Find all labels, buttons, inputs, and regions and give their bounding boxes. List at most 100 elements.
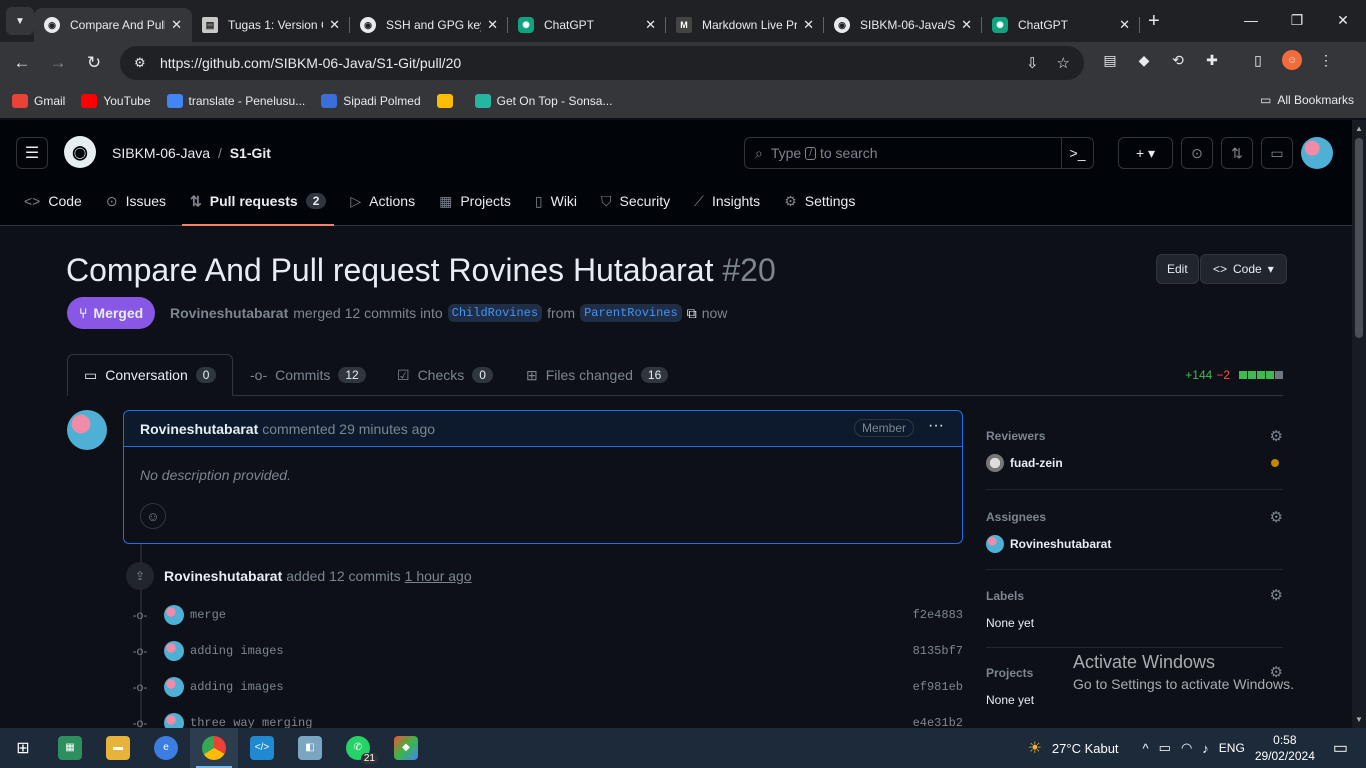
language-indicator[interactable]: ENG	[1219, 741, 1245, 755]
create-new-button[interactable]: + ▾	[1118, 137, 1173, 169]
more-options-icon[interactable]: ···	[928, 417, 944, 435]
timeline-time-link[interactable]: 1 hour ago	[405, 568, 472, 584]
minimize-icon[interactable]: —	[1228, 0, 1274, 40]
taskbar-app-6[interactable]: ◧	[286, 728, 334, 768]
scroll-up-icon[interactable]: ▲	[1355, 124, 1363, 133]
comment-timestamp[interactable]: commented 29 minutes ago	[262, 421, 435, 437]
nav-tab-code[interactable]: <> Code	[16, 184, 90, 218]
taskbar-git[interactable]: ◆	[382, 728, 430, 768]
assignee-item[interactable]: Rovineshutabarat	[986, 535, 1111, 553]
nav-tab-settings[interactable]: ⚙ Settings	[776, 184, 863, 218]
close-tab-icon[interactable]: ✕	[803, 17, 814, 33]
bookmark-item[interactable]: YouTube	[81, 94, 151, 108]
bookmark-item[interactable]	[436, 94, 459, 108]
nav-tab-security[interactable]: ⛉ Security	[593, 184, 678, 218]
notifications-icon[interactable]: ▭	[1333, 738, 1348, 758]
commit-sha-link[interactable]: ef981eb	[913, 680, 963, 694]
nav-tab-actions[interactable]: ▷ Actions	[342, 184, 423, 218]
taskbar-edge[interactable]: e	[142, 728, 190, 768]
nav-tab-insights[interactable]: ⟋ Insights	[686, 184, 768, 218]
repo-name-link[interactable]: S1-Git	[230, 145, 271, 161]
comment-author-avatar[interactable]	[67, 410, 107, 450]
pr-tab-files-changed[interactable]: ⊞ Files changed 16	[526, 354, 669, 396]
commit-sha-link[interactable]: 8135bf7	[913, 644, 963, 658]
reviewers-gear-icon[interactable]: ⚙	[1270, 427, 1283, 445]
browser-tab[interactable]: ◉ Compare And Pull request ✕	[34, 8, 192, 42]
page-scrollbar[interactable]: ▲ ▼	[1352, 120, 1366, 728]
taskbar-file-explorer[interactable]: ▬	[94, 728, 142, 768]
pr-tab-commits[interactable]: -o- Commits 12	[250, 354, 366, 396]
add-reaction-icon[interactable]: ☺	[140, 503, 166, 529]
reload-icon[interactable]: ↻	[76, 53, 112, 73]
comment-author-link[interactable]: Rovineshutabarat	[140, 421, 258, 437]
base-branch[interactable]: ChildRovines	[447, 304, 543, 322]
inbox-icon[interactable]: ▭	[1261, 137, 1293, 169]
bookmark-star-icon[interactable]: ☆	[1057, 54, 1070, 72]
nav-tab-issues[interactable]: ⊙ Issues	[98, 184, 174, 218]
taskbar-whatsapp[interactable]: ✆ 21	[334, 728, 382, 768]
command-palette-icon[interactable]: >_	[1061, 138, 1093, 168]
user-avatar[interactable]	[1301, 137, 1333, 169]
taskbar-app-1[interactable]: ▦	[46, 728, 94, 768]
timeline-author-link[interactable]: Rovineshutabarat	[164, 568, 282, 584]
battery-icon[interactable]: ▭	[1159, 740, 1171, 756]
code-button[interactable]: <> Code ▾	[1200, 254, 1287, 284]
tray-chevron-icon[interactable]: ^	[1143, 741, 1149, 756]
windows-start-icon[interactable]: ⊞	[0, 738, 46, 758]
close-tab-icon[interactable]: ✕	[645, 17, 656, 33]
forward-icon[interactable]: →	[40, 53, 76, 73]
browser-tab[interactable]: M Markdown Live Preview ✕	[666, 8, 824, 42]
taskbar-vscode[interactable]: </>	[238, 728, 286, 768]
github-logo-icon[interactable]: ◉	[64, 136, 96, 168]
pull-requests-icon[interactable]: ⇅	[1221, 137, 1253, 169]
browser-tab[interactable]: ✺ ChatGPT ✕	[982, 8, 1140, 42]
weather-text[interactable]: 27°C Kabut	[1052, 741, 1119, 756]
commit-message-link[interactable]: merge	[190, 608, 226, 622]
head-branch[interactable]: ParentRovines	[580, 304, 682, 322]
wifi-icon[interactable]: ◠	[1181, 740, 1192, 756]
browser-tab[interactable]: ◉ SSH and GPG keys ✕	[350, 8, 508, 42]
reviewer-item[interactable]: fuad-zein	[986, 454, 1063, 472]
clock[interactable]: 0:58 29/02/2024	[1255, 732, 1315, 764]
restore-icon[interactable]: ❐	[1274, 0, 1320, 40]
commit-author-avatar[interactable]	[164, 677, 184, 697]
scrollbar-thumb[interactable]	[1355, 138, 1363, 338]
copy-icon[interactable]: ⧉	[687, 305, 697, 322]
search-input[interactable]: ⌕ Type / to search >_	[744, 137, 1094, 169]
bookmark-item[interactable]: Get On Top - Sonsa...	[474, 94, 612, 108]
taskbar-chrome[interactable]	[190, 728, 238, 768]
extensions-puzzle-icon[interactable]: ✚	[1202, 50, 1222, 70]
extension-color-icon[interactable]: ◆	[1134, 50, 1154, 70]
new-tab-button[interactable]: +	[1148, 10, 1160, 33]
bookmark-item[interactable]: Gmail	[12, 94, 65, 108]
issues-icon[interactable]: ⊙	[1181, 137, 1213, 169]
bookmark-item[interactable]: translate - Penelusu...	[166, 94, 305, 108]
pr-tab-checks[interactable]: ☑ Checks 0	[397, 354, 493, 396]
weather-icon[interactable]: ☀	[1028, 738, 1042, 758]
install-app-icon[interactable]: ⇩	[1026, 54, 1039, 72]
address-bar[interactable]: ⚙ https://github.com/SIBKM-06-Java/S1-Gi…	[120, 46, 1084, 80]
nav-tab-pull-requests[interactable]: ⇅ Pull requests 2	[182, 184, 335, 226]
profile-avatar-icon[interactable]: ☺	[1282, 50, 1302, 70]
chrome-menu-icon[interactable]: ⋮	[1316, 50, 1336, 70]
tab-search-button[interactable]: ▼	[6, 7, 34, 35]
volume-icon[interactable]: ♪	[1202, 741, 1209, 756]
pr-tab-conversation[interactable]: ▭ Conversation 0	[67, 354, 234, 396]
browser-tab[interactable]: ▤ Tugas 1: Version Control ✕	[192, 8, 350, 42]
commit-sha-link[interactable]: f2e4883	[913, 608, 963, 622]
extension-doc-icon[interactable]: ▤	[1100, 50, 1120, 70]
close-tab-icon[interactable]: ✕	[1119, 17, 1130, 33]
commit-author-avatar[interactable]	[164, 605, 184, 625]
nav-tab-projects[interactable]: ▦ Projects	[431, 184, 519, 218]
commit-message-link[interactable]: adding images	[190, 680, 284, 694]
side-panel-icon[interactable]: ▯	[1248, 50, 1268, 70]
commit-author-avatar[interactable]	[164, 641, 184, 661]
browser-tab[interactable]: ✺ ChatGPT ✕	[508, 8, 666, 42]
close-window-icon[interactable]: ✕	[1320, 0, 1366, 40]
browser-tab[interactable]: ◉ SIBKM-06-Java/S1-Git ✕	[824, 8, 982, 42]
site-info-icon[interactable]: ⚙	[134, 55, 154, 71]
edit-button[interactable]: Edit	[1156, 254, 1199, 284]
pr-author-link[interactable]: Rovineshutabarat	[170, 305, 288, 321]
close-tab-icon[interactable]: ✕	[487, 17, 498, 33]
labels-gear-icon[interactable]: ⚙	[1270, 586, 1283, 604]
